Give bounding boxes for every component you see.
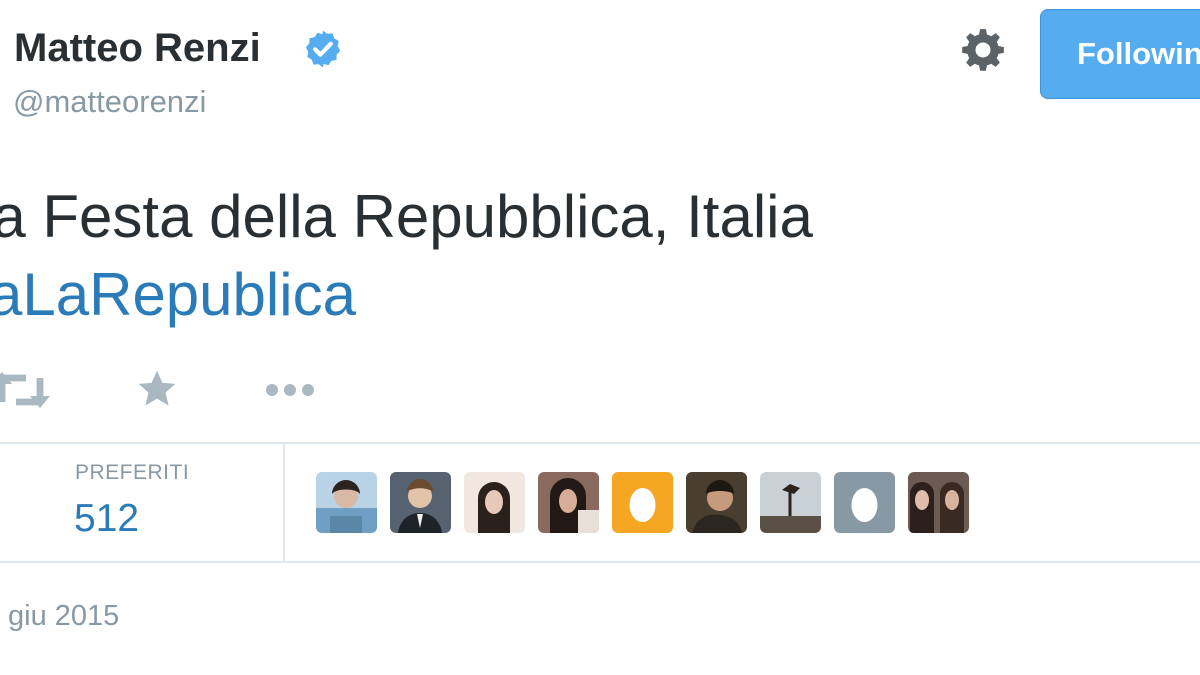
- avatar[interactable]: [538, 472, 599, 533]
- tweet-text-line: na Festa della Repubblica, Italia: [0, 183, 813, 250]
- gear-icon[interactable]: [958, 26, 1008, 76]
- retweet-icon[interactable]: [0, 370, 52, 410]
- stats-divider-top: [0, 442, 1200, 444]
- default-egg-avatar[interactable]: [612, 472, 673, 533]
- avatar[interactable]: [760, 472, 821, 533]
- avatar[interactable]: [464, 472, 525, 533]
- avatar[interactable]: [686, 472, 747, 533]
- hashtag-link[interactable]: vaLaRepublica: [0, 256, 813, 334]
- default-egg-avatar[interactable]: [834, 472, 895, 533]
- following-button[interactable]: Following: [1040, 9, 1200, 99]
- favorites-count[interactable]: 512: [74, 497, 139, 541]
- favoriters-avatars: [316, 472, 969, 533]
- author-handle[interactable]: @matteorenzi: [13, 82, 206, 122]
- stats-divider-bottom: [0, 561, 1200, 563]
- avatar[interactable]: [316, 472, 377, 533]
- author-display-name[interactable]: Matteo Renzi: [14, 22, 261, 74]
- favorites-label: PREFERITI: [75, 461, 190, 484]
- tweet-date[interactable]: giu 2015: [8, 600, 119, 633]
- verified-badge-icon: [305, 30, 341, 68]
- tweet-text: na Festa della Repubblica, Italia vaLaRe…: [0, 178, 813, 334]
- star-icon[interactable]: [136, 368, 178, 410]
- stats-divider-vertical: [283, 444, 285, 561]
- tweet-card: Matteo Renzi @matteorenzi Following na F…: [0, 0, 1200, 675]
- avatar[interactable]: [908, 472, 969, 533]
- avatar[interactable]: [390, 472, 451, 533]
- more-dots-icon[interactable]: [264, 380, 316, 400]
